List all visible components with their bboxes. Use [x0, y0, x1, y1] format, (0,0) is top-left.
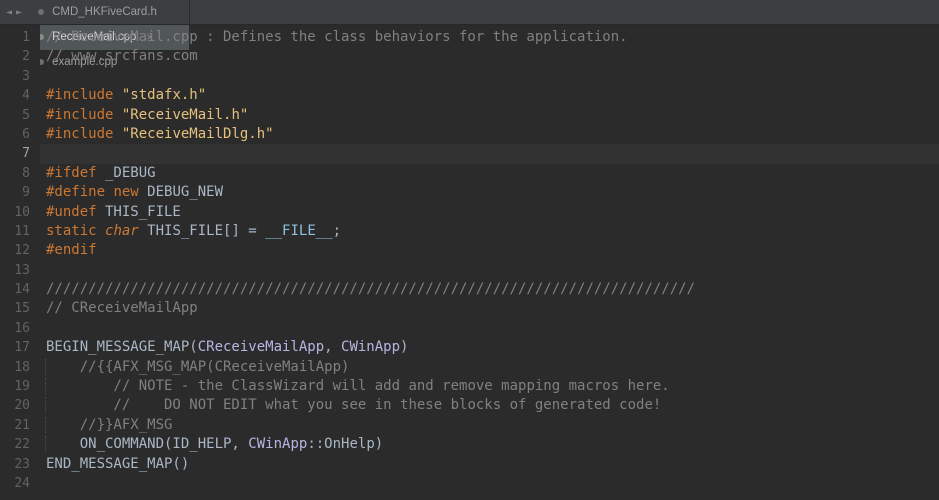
code-line[interactable]: #include "ReceiveMail.h" [40, 106, 939, 125]
line-number: 24 [0, 474, 40, 493]
line-number: 21 [0, 416, 40, 435]
code-line[interactable]: // DO NOT EDIT what you see in these blo… [40, 396, 939, 415]
line-number: 1 [0, 28, 40, 47]
code-line[interactable]: #define new DEBUG_NEW [40, 183, 939, 202]
line-number: 13 [0, 261, 40, 280]
line-number: 4 [0, 86, 40, 105]
tab-next-icon[interactable]: ► [16, 7, 22, 18]
line-number: 8 [0, 164, 40, 183]
tab-nav: ◄ ► [0, 7, 28, 18]
code-line[interactable]: #endif [40, 241, 939, 260]
line-number: 6 [0, 125, 40, 144]
code-line[interactable]: //}}AFX_MSG [40, 416, 939, 435]
code-line[interactable]: END_MESSAGE_MAP() [40, 455, 939, 474]
tab-bar: ◄ ► AuthKeysConfiguration.hAppDelegate.c… [0, 0, 939, 25]
line-number: 15 [0, 299, 40, 318]
line-number: 17 [0, 338, 40, 357]
line-number: 9 [0, 183, 40, 202]
code-line[interactable]: // CReceiveMailApp [40, 299, 939, 318]
code-line[interactable]: // ReceiveMail.cpp : Defines the class b… [40, 28, 939, 47]
line-number: 18 [0, 358, 40, 377]
line-number-gutter: 123456789101112131415161718192021222324 [0, 25, 40, 500]
code-line[interactable]: #ifdef _DEBUG [40, 164, 939, 183]
code-line[interactable]: ////////////////////////////////////////… [40, 280, 939, 299]
tab-prev-icon[interactable]: ◄ [6, 7, 12, 18]
code-line[interactable] [40, 67, 939, 86]
code-area[interactable]: // ReceiveMail.cpp : Defines the class b… [40, 25, 939, 500]
code-line[interactable] [40, 261, 939, 280]
line-number: 10 [0, 203, 40, 222]
line-number: 23 [0, 455, 40, 474]
line-number: 14 [0, 280, 40, 299]
line-number: 16 [0, 319, 40, 338]
tab-label: CMD_HKFiveCard.h [52, 6, 157, 18]
code-line[interactable] [40, 474, 939, 493]
line-number: 11 [0, 222, 40, 241]
code-line[interactable] [40, 144, 939, 163]
line-number: 22 [0, 435, 40, 454]
code-editor[interactable]: 123456789101112131415161718192021222324 … [0, 25, 939, 500]
code-line[interactable]: static char THIS_FILE[] = __FILE__; [40, 222, 939, 241]
code-line[interactable]: #include "stdafx.h" [40, 86, 939, 105]
code-line[interactable]: #undef THIS_FILE [40, 203, 939, 222]
tab-modified-icon [38, 9, 44, 15]
line-number: 12 [0, 241, 40, 260]
code-line[interactable]: ON_COMMAND(ID_HELP, CWinApp::OnHelp) [40, 435, 939, 454]
tab-cmd_hkfivecard-h[interactable]: CMD_HKFiveCard.h [28, 0, 190, 25]
line-number: 2 [0, 47, 40, 66]
code-line[interactable]: // NOTE - the ClassWizard will add and r… [40, 377, 939, 396]
code-line[interactable]: //{{AFX_MSG_MAP(CReceiveMailApp) [40, 358, 939, 377]
code-line[interactable] [40, 319, 939, 338]
code-line[interactable]: // www.srcfans.com [40, 47, 939, 66]
line-number: 5 [0, 106, 40, 125]
code-line[interactable]: #include "ReceiveMailDlg.h" [40, 125, 939, 144]
line-number: 20 [0, 396, 40, 415]
code-line[interactable]: BEGIN_MESSAGE_MAP(CReceiveMailApp, CWinA… [40, 338, 939, 357]
line-number: 3 [0, 67, 40, 86]
line-number: 19 [0, 377, 40, 396]
line-number: 7 [0, 144, 40, 163]
